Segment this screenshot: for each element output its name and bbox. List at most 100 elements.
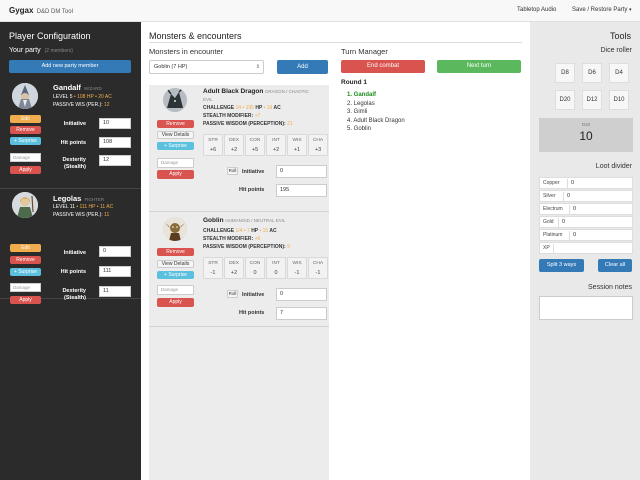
- monster-hp-input[interactable]: 195: [276, 184, 327, 197]
- player-name-text: Gandalf: [53, 83, 81, 92]
- monster-passive-line: Passive wisdom (perception): 9: [203, 244, 290, 250]
- dexterity-label: Dexterity (Stealth): [62, 288, 86, 301]
- view-details-button[interactable]: View Details: [157, 260, 194, 268]
- monster-challenge-line: Challenge 1/4 • 7 HP • 15 AC: [203, 228, 277, 234]
- die-d20-button[interactable]: D20: [555, 90, 575, 110]
- die-d12-button[interactable]: D12: [582, 90, 602, 110]
- player-dexterity-input[interactable]: 11: [99, 286, 131, 297]
- loot-value[interactable]: 0: [569, 231, 576, 240]
- loot-row-xp[interactable]: XP: [539, 242, 633, 254]
- monster-damage-input[interactable]: Damage: [157, 158, 194, 168]
- remove-monster-button[interactable]: Remove: [157, 120, 194, 128]
- monster-list: Adult Black Dragon Dragon / Chaotic Evil…: [149, 85, 329, 480]
- player-damage-input[interactable]: Damage: [10, 283, 41, 292]
- stat-wis: WIS +1: [287, 134, 307, 156]
- surprise-player-button[interactable]: + Surprise: [10, 268, 41, 276]
- monster-apply-button[interactable]: Apply: [157, 170, 194, 179]
- add-party-member-button[interactable]: Add new party member: [9, 60, 131, 73]
- clear-loot-button[interactable]: Clear all: [598, 259, 632, 272]
- die-d4-button[interactable]: D4: [609, 63, 629, 83]
- initiative-label: Initiative: [242, 169, 265, 175]
- die-d8-button[interactable]: D8: [555, 63, 575, 83]
- monster-name: Adult Black Dragon Dragon / Chaotic: [203, 88, 309, 95]
- brand[interactable]: Gygax D&D DM Tool: [9, 6, 73, 15]
- monster-apply-button[interactable]: Apply: [157, 298, 194, 307]
- monster-hp-input[interactable]: 7: [276, 307, 327, 320]
- monster-stealth-line: Stealth modifier: +7: [203, 113, 260, 119]
- loot-value[interactable]: 0: [569, 205, 576, 214]
- stealth-value: +6: [254, 236, 261, 242]
- main-panel: Monsters & encounters Monsters in encoun…: [141, 22, 530, 480]
- player-passive-line: PASSIVE WIS (PER.): 11: [53, 212, 109, 218]
- next-turn-button[interactable]: Next turn: [437, 60, 521, 73]
- separator: •: [242, 105, 245, 111]
- loot-label: Platinum: [543, 232, 563, 238]
- die-d10-button[interactable]: D10: [609, 90, 629, 110]
- wizard-avatar: [12, 83, 38, 109]
- roll-initiative-button[interactable]: Roll: [227, 290, 238, 298]
- add-monster-button[interactable]: Add: [277, 60, 328, 74]
- dice-result: D20 10: [539, 118, 633, 152]
- monster-select[interactable]: Goblin (7 HP) ⇕: [149, 60, 264, 74]
- tools-title: Tools: [610, 31, 632, 41]
- loot-value[interactable]: 0: [558, 218, 565, 227]
- monster-card: Goblin Humanoid / Neutral Evil Challenge…: [149, 212, 329, 327]
- nav-tabletop-audio-link[interactable]: Tabletop Audio: [517, 7, 556, 13]
- player-hp-input[interactable]: 111: [99, 266, 131, 277]
- loot-row-platinum[interactable]: Platinum 0: [539, 229, 633, 241]
- ac-unit: AC: [273, 105, 281, 111]
- player-level-line: LEVEL 11 • 111 HP • 11 AC: [53, 204, 113, 210]
- ac-unit: AC: [269, 228, 277, 234]
- session-notes-textarea[interactable]: [539, 296, 633, 320]
- remove-player-button[interactable]: Remove: [10, 126, 41, 134]
- roll-initiative-button[interactable]: Roll: [227, 167, 238, 175]
- player-class: Wizard: [84, 86, 102, 91]
- nav-save-restore-dropdown[interactable]: Save / Restore Party ▾: [572, 7, 632, 13]
- passive-label: Passive wisdom (perception):: [203, 121, 286, 127]
- tools-panel: Tools Dice roller D8 D6 D4 D20 D12 D10 D…: [530, 22, 640, 480]
- loot-row-electrum[interactable]: Electrum 0: [539, 203, 633, 215]
- save-restore-label: Save / Restore Party: [572, 7, 628, 13]
- remove-player-button[interactable]: Remove: [10, 256, 41, 264]
- monster-hp-value: 7: [247, 228, 250, 234]
- surprise-monster-button[interactable]: + Surprise: [157, 271, 194, 279]
- stat-con: CON +5: [245, 134, 265, 156]
- remove-monster-button[interactable]: Remove: [157, 248, 194, 256]
- ability-scores: STR +6 DEX +2 CON +5 INT +2 WIS +1 CHA +3: [203, 134, 329, 156]
- dice-roller-title: Dice roller: [600, 47, 632, 54]
- loot-row-silver[interactable]: Silver 0: [539, 190, 633, 202]
- player-card: Gandalf Wizard LEVEL 5 • 108 HP • 20 AC …: [0, 79, 141, 189]
- edit-player-button[interactable]: Edit: [10, 115, 41, 123]
- loot-label: XP: [543, 245, 550, 251]
- loot-row-gold[interactable]: Gold 0: [539, 216, 633, 228]
- player-dexterity-input[interactable]: 12: [99, 155, 131, 166]
- loot-row-copper[interactable]: Copper 0: [539, 177, 633, 189]
- sidebar-title: Player Configuration: [9, 31, 91, 41]
- split-loot-button[interactable]: Split 3 ways: [539, 259, 584, 272]
- challenge-label: Challenge: [203, 105, 235, 111]
- player-name: Gandalf Wizard: [53, 83, 102, 92]
- edit-player-button[interactable]: Edit: [10, 244, 41, 252]
- player-initiative-input[interactable]: 10: [99, 118, 131, 129]
- apply-damage-button[interactable]: Apply: [10, 296, 41, 304]
- surprise-player-button[interactable]: + Surprise: [10, 137, 41, 145]
- player-damage-input[interactable]: Damage: [10, 153, 41, 162]
- passive-value: 11: [104, 212, 110, 218]
- monster-type: Dragon / Chaotic: [265, 89, 309, 94]
- loot-value[interactable]: 0: [563, 192, 570, 201]
- die-d6-button[interactable]: D6: [582, 63, 602, 83]
- dice-result-label: D20: [581, 122, 591, 127]
- surprise-monster-button[interactable]: + Surprise: [157, 142, 194, 150]
- apply-damage-button[interactable]: Apply: [10, 166, 41, 174]
- view-details-button[interactable]: View Details: [157, 131, 194, 139]
- stat-wis: WIS -1: [287, 257, 307, 279]
- monster-type: Humanoid / Neutral Evil: [225, 218, 286, 223]
- monster-initiative-input[interactable]: 0: [276, 288, 327, 301]
- loot-value[interactable]: 0: [567, 179, 574, 188]
- end-combat-button[interactable]: End combat: [341, 60, 425, 73]
- loot-value[interactable]: [553, 244, 557, 253]
- monster-damage-input[interactable]: Damage: [157, 285, 194, 295]
- monster-initiative-input[interactable]: 0: [276, 165, 327, 178]
- player-hp-input[interactable]: 108: [99, 137, 131, 148]
- player-initiative-input[interactable]: 0: [99, 246, 131, 257]
